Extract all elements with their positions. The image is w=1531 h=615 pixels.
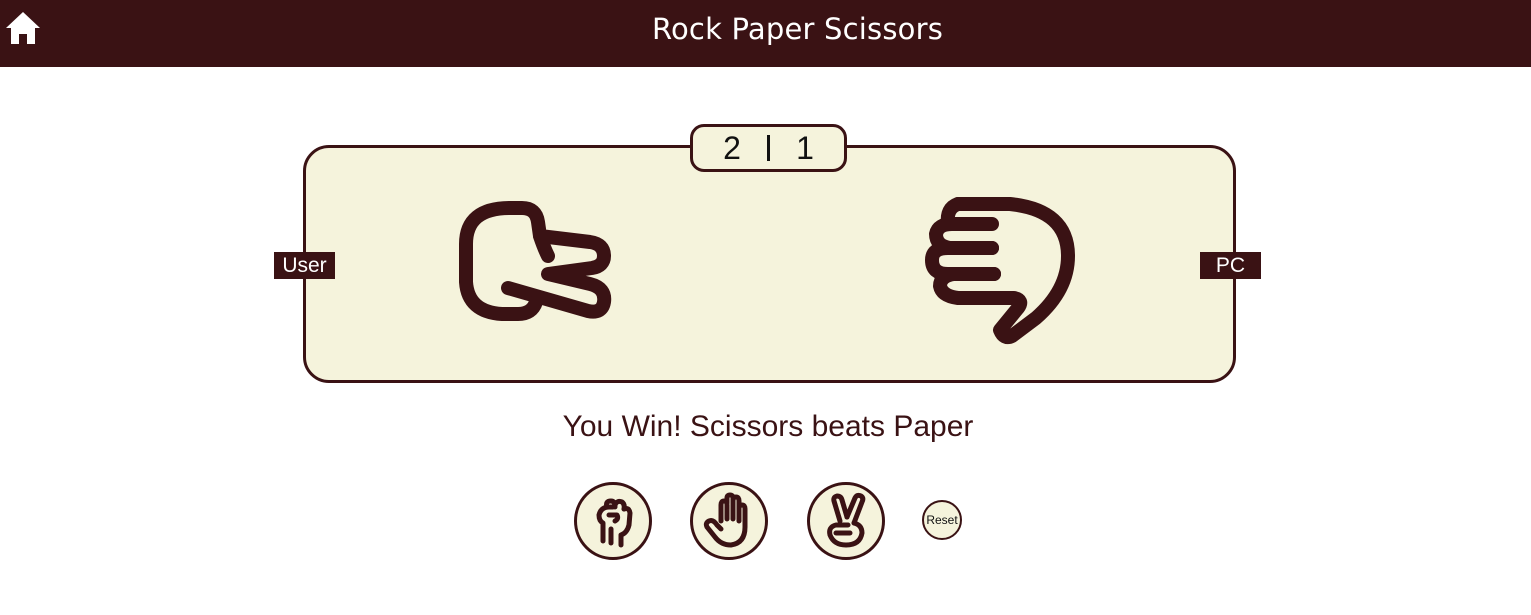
game-arena [303,145,1236,383]
paper-hand-icon [703,492,748,548]
scissors-button[interactable] [807,482,885,560]
pc-score: 1 [796,129,814,166]
rock-button[interactable] [574,482,652,560]
top-bar: Rock Paper Scissors [0,0,1531,67]
user-choice-scissors-icon [452,196,620,326]
home-button[interactable] [4,10,42,46]
pc-choice-paper-icon [918,190,1086,345]
score-divider [767,135,770,161]
rock-hand-icon [596,498,633,548]
reset-button[interactable]: Reset [922,500,962,540]
app-title: Rock Paper Scissors [651,12,944,46]
user-label: User [274,252,335,279]
paper-button[interactable] [690,482,768,560]
home-icon [6,12,40,44]
result-message: You Win! Scissors beats Paper [562,410,974,443]
scoreboard: 2 1 [690,124,847,172]
user-score: 2 [723,129,741,166]
pc-label: PC [1200,252,1261,279]
scissors-hand-icon [827,492,866,548]
